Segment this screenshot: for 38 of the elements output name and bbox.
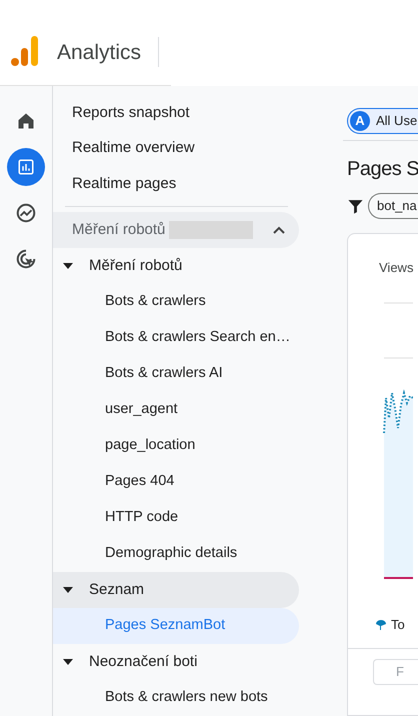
- home-icon: [16, 111, 36, 131]
- section-header[interactable]: Měření robotů: [53, 212, 299, 248]
- nav-item[interactable]: Pages SeznamBot: [53, 608, 299, 644]
- chevron-up-icon: [273, 226, 285, 234]
- nav-item[interactable]: HTTP code: [53, 500, 299, 536]
- nav-item[interactable]: Realtime pages: [53, 166, 299, 202]
- metric-label: Views: [379, 259, 414, 277]
- trend-chart-icon: [15, 202, 37, 224]
- caret-icon: [63, 659, 73, 665]
- nav-item[interactable]: Bots & crawlers: [53, 284, 299, 320]
- product-name: Analytics: [57, 42, 142, 63]
- nav-item[interactable]: Demographic details: [53, 536, 299, 572]
- nav-item[interactable]: Reports snapshot: [53, 95, 299, 131]
- filter-icon: [347, 198, 364, 214]
- segment-chip[interactable]: A All Use: [347, 108, 418, 134]
- segment-label: All Use: [376, 112, 418, 130]
- bar-chart-icon: [17, 158, 35, 176]
- nav-item[interactable]: Bots & crawlers AI: [53, 356, 299, 392]
- caret-icon: [63, 587, 73, 593]
- nav-item[interactable]: user_agent: [53, 392, 299, 428]
- segment-avatar: A: [350, 111, 370, 131]
- caret-icon: [63, 263, 73, 269]
- reports-nav-button[interactable]: [7, 148, 45, 186]
- legend-marker-icon: [375, 618, 387, 630]
- nav-item[interactable]: Bots & crawlers Search en…: [53, 320, 299, 356]
- nav-group-header[interactable]: Měření robotů: [53, 248, 299, 284]
- nav-group-header[interactable]: Seznam: [53, 572, 299, 608]
- page-title: Pages S: [347, 159, 418, 179]
- legend-label: To: [391, 616, 405, 634]
- nav-item[interactable]: Realtime overview: [53, 130, 299, 166]
- analytics-logo-icon: [11, 35, 39, 67]
- target-cursor-icon: [15, 248, 37, 270]
- filter-chip[interactable]: bot_na: [368, 193, 418, 219]
- nav-item[interactable]: Bots & crawlers new bots: [53, 680, 299, 716]
- nav-group-header[interactable]: Neoznačení boti: [53, 644, 299, 680]
- nav-item[interactable]: Pages 404: [53, 464, 299, 500]
- nav-item[interactable]: page_location: [53, 428, 299, 464]
- section-title: Měření robotů: [72, 220, 166, 240]
